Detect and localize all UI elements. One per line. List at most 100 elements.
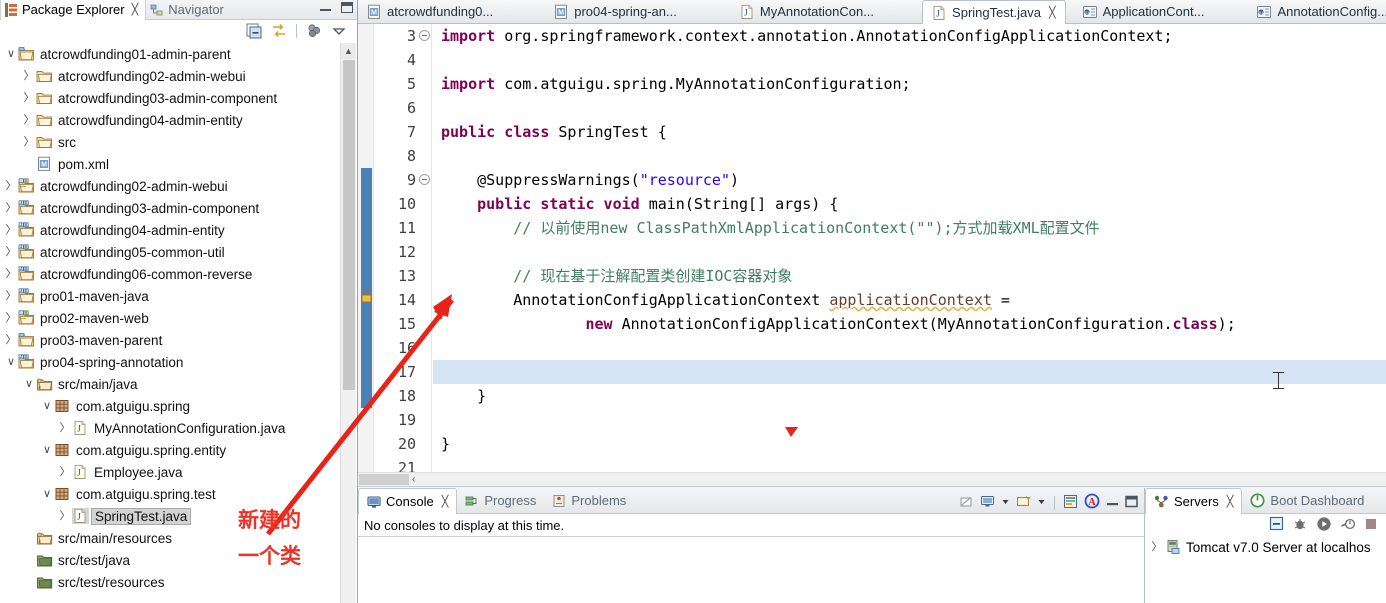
tree-item-myannotationconfiguration-java[interactable]: 〉 J MyAnnotationConfiguration.java xyxy=(0,417,339,439)
minimize-icon[interactable] xyxy=(320,3,331,12)
editor-tab-springtest-java[interactable]: J SpringTest.java ╳ xyxy=(922,0,1066,24)
clear-console-icon[interactable] xyxy=(959,494,974,512)
code-line-14[interactable]: AnnotationConfigApplicationContext appli… xyxy=(433,288,1386,312)
editor-tab-annotationconfig-[interactable]: 01 AnnotationConfig... xyxy=(1248,0,1386,23)
profile-server-icon[interactable] xyxy=(1340,516,1356,535)
chevron-right-icon[interactable]: 〉 xyxy=(22,70,36,82)
close-icon[interactable]: ╳ xyxy=(1227,495,1234,508)
close-icon[interactable]: ╳ xyxy=(1049,6,1056,19)
open-console-dropdown-icon[interactable] xyxy=(1037,494,1046,512)
view-tab-navigator[interactable]: Navigator xyxy=(146,0,231,20)
collapse-all-icon[interactable] xyxy=(1269,516,1284,534)
chevron-down-icon[interactable]: ∨ xyxy=(40,400,54,412)
editor-horizontal-scrollbar[interactable]: ‹ xyxy=(358,472,1386,486)
tree-item-atcrowdfunding04-admin-entity[interactable]: 〉 J Satcrowdfunding04-admin-entity xyxy=(0,219,339,241)
fold-collapse-icon[interactable] xyxy=(419,174,430,185)
warning-marker-icon[interactable] xyxy=(359,289,374,304)
hscroll-thumb[interactable] xyxy=(359,474,409,485)
editor-tab-atcrowdfunding0-[interactable]: Matcrowdfunding0... xyxy=(358,0,503,23)
server-item[interactable]: 〉 Tomcat v7.0 Server at localhos xyxy=(1149,536,1386,558)
tree-item-employee-java[interactable]: 〉 J Employee.java xyxy=(0,461,339,483)
tree-item-atcrowdfunding03-admin-component[interactable]: 〉 J Satcrowdfunding03-admin-component xyxy=(0,197,339,219)
code-line-8[interactable] xyxy=(433,144,1386,168)
code-line-10[interactable]: public static void main(String[] args) { xyxy=(433,192,1386,216)
tree-item-pro01-maven-java[interactable]: 〉 J Spro01-maven-java xyxy=(0,285,339,307)
chevron-down-icon[interactable]: ∨ xyxy=(4,48,18,60)
chevron-right-icon[interactable]: 〉 xyxy=(1149,541,1165,553)
tree-item-pom-xml[interactable]: Mpom.xml xyxy=(0,153,339,175)
display-selected-console-dropdown-icon[interactable] xyxy=(1001,494,1010,512)
console-output-area[interactable]: No consoles to display at this time. xyxy=(358,514,1144,603)
maximize-icon[interactable] xyxy=(1125,495,1138,511)
tab-console[interactable]: Console ╳ xyxy=(358,488,458,514)
code-line-7[interactable]: public class SpringTest { xyxy=(433,120,1386,144)
chevron-right-icon[interactable]: 〉 xyxy=(22,92,36,104)
chevron-right-icon[interactable]: 〉 xyxy=(4,312,18,324)
tree-item-pro03-maven-parent[interactable]: 〉 pro03-maven-parent xyxy=(0,329,339,351)
chevron-right-icon[interactable]: 〉 xyxy=(58,422,72,434)
fold-collapse-icon[interactable] xyxy=(419,30,430,41)
view-tab-package-explorer[interactable]: Package Explorer ╳ xyxy=(0,0,147,20)
code-line-13[interactable]: // 现在基于注解配置类创建IOC容器对象 xyxy=(433,264,1386,288)
editor-tab-applicationcont-[interactable]: 01 ApplicationCont... xyxy=(1074,0,1215,23)
tree-item-com-atguigu-spring-test[interactable]: ∨ com.atguigu.spring.test xyxy=(0,483,339,505)
chevron-down-icon[interactable]: ∨ xyxy=(22,378,36,390)
code-line-20[interactable]: } xyxy=(433,432,1386,456)
annotation-ruler[interactable] xyxy=(358,24,374,472)
tree-item-atcrowdfunding04-admin-entity[interactable]: 〉 atcrowdfunding04-admin-entity xyxy=(0,109,339,131)
code-line-12[interactable] xyxy=(433,240,1386,264)
ansi-console-icon[interactable]: A xyxy=(1084,493,1100,512)
chevron-down-icon[interactable]: ∨ xyxy=(40,488,54,500)
chevron-right-icon[interactable]: 〉 xyxy=(58,510,72,522)
stop-server-icon[interactable] xyxy=(1364,517,1378,534)
chevron-right-icon[interactable]: 〉 xyxy=(4,268,18,280)
tree-item-atcrowdfunding02-admin-webui[interactable]: 〉 S atcrowdfunding02-admin-webui xyxy=(0,175,339,197)
scroll-up-icon[interactable]: ▲ xyxy=(341,43,356,59)
tree-item-atcrowdfunding06-common-reverse[interactable]: 〉 J Satcrowdfunding06-common-reverse xyxy=(0,263,339,285)
debug-server-icon[interactable] xyxy=(1292,516,1308,535)
code-line-6[interactable] xyxy=(433,96,1386,120)
code-line-11[interactable]: // 以前使用new ClassPathXmlApplicationContex… xyxy=(433,216,1386,240)
code-line-5[interactable]: import com.atguigu.spring.MyAnnotationCo… xyxy=(433,72,1386,96)
tab-problems[interactable]: Problems xyxy=(544,488,634,513)
tree-item-atcrowdfunding01-admin-parent[interactable]: ∨ atcrowdfunding01-admin-parent xyxy=(0,43,339,65)
view-menu-filter-icon[interactable] xyxy=(306,23,322,39)
word-wrap-icon[interactable] xyxy=(1063,494,1078,512)
servers-tree[interactable]: 〉 Tomcat v7.0 Server at localhos xyxy=(1145,536,1386,558)
code-line-9[interactable]: @SuppressWarnings("resource") xyxy=(433,168,1386,192)
view-menu-icon[interactable] xyxy=(331,23,347,39)
editor-tab-myannotationcon-[interactable]: J MyAnnotationCon... xyxy=(731,0,884,23)
open-console-icon[interactable] xyxy=(1016,494,1031,512)
chevron-right-icon[interactable]: 〉 xyxy=(4,246,18,258)
tree-item-src-main-java[interactable]: ∨ src/main/java xyxy=(0,373,339,395)
tree-vertical-scrollbar[interactable]: ▲ xyxy=(340,43,356,603)
java-source-editor[interactable]: 3 4 5 6 7 8 9 10 11 12 13 14 15 16 17 18 19 20 21 import o… xyxy=(358,24,1386,487)
scroll-thumb[interactable] xyxy=(343,60,355,390)
tree-item-src[interactable]: 〉 src xyxy=(0,131,339,153)
close-icon[interactable]: ╳ xyxy=(442,495,449,508)
maximize-icon[interactable] xyxy=(341,2,353,13)
chevron-down-icon[interactable]: ∨ xyxy=(4,356,18,368)
link-with-editor-icon[interactable] xyxy=(271,23,287,39)
chevron-right-icon[interactable]: 〉 xyxy=(4,202,18,214)
collapse-all-icon[interactable] xyxy=(246,23,262,39)
chevron-right-icon[interactable]: 〉 xyxy=(4,180,18,192)
code-line-21[interactable] xyxy=(433,456,1386,472)
tree-item-com-atguigu-spring-entity[interactable]: ∨ com.atguigu.spring.entity xyxy=(0,439,339,461)
tree-item-atcrowdfunding03-admin-component[interactable]: 〉 atcrowdfunding03-admin-component xyxy=(0,87,339,109)
display-selected-console-icon[interactable] xyxy=(980,494,995,512)
code-line-16[interactable] xyxy=(433,336,1386,360)
tree-item-atcrowdfunding05-common-util[interactable]: 〉 J Satcrowdfunding05-common-util xyxy=(0,241,339,263)
tree-item-src-test-resources[interactable]: src/test/resources xyxy=(0,571,339,593)
code-line-19[interactable] xyxy=(433,408,1386,432)
scroll-left-icon[interactable]: ‹ xyxy=(412,474,415,485)
minimize-icon[interactable] xyxy=(1106,495,1119,511)
code-line-18[interactable]: } xyxy=(433,384,1386,408)
code-line-17[interactable] xyxy=(433,360,1386,384)
close-icon[interactable]: ╳ xyxy=(132,3,139,16)
chevron-right-icon[interactable]: 〉 xyxy=(4,290,18,302)
chevron-right-icon[interactable]: 〉 xyxy=(58,466,72,478)
tab-progress[interactable]: Progress xyxy=(457,488,544,513)
tree-item-pro04-spring-annotation[interactable]: ∨ J Spro04-spring-annotation xyxy=(0,351,339,373)
editor-tab-pro04-spring-an-[interactable]: Mpro04-spring-an... xyxy=(545,0,687,23)
